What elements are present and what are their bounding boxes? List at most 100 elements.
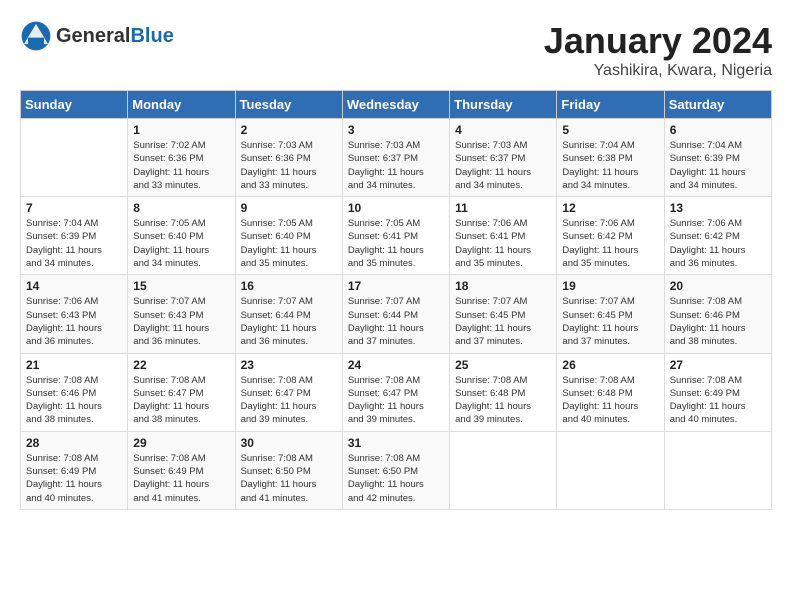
day-number: 1 bbox=[133, 123, 229, 137]
logo: GeneralBlue bbox=[20, 20, 174, 52]
day-detail: Sunrise: 7:08 AM Sunset: 6:47 PM Dayligh… bbox=[348, 374, 444, 427]
day-detail: Sunrise: 7:07 AM Sunset: 6:45 PM Dayligh… bbox=[562, 295, 658, 348]
day-number: 18 bbox=[455, 279, 551, 293]
calendar-cell: 25Sunrise: 7:08 AM Sunset: 6:48 PM Dayli… bbox=[450, 353, 557, 431]
header-wednesday: Wednesday bbox=[342, 91, 449, 119]
calendar-cell: 20 Sunrise: 7:08 AM Sunset: 6:46 PM Dayli… bbox=[664, 275, 771, 353]
calendar-week-row: 21 Sunrise: 7:08 AM Sunset: 6:46 PM Dayli… bbox=[21, 353, 772, 431]
calendar-cell: 12 Sunrise: 7:06 AM Sunset: 6:42 PM Dayli… bbox=[557, 197, 664, 275]
day-number: 27 bbox=[670, 358, 766, 372]
day-number: 16 bbox=[241, 279, 337, 293]
day-detail: Sunrise: 7:03 AM Sunset: 6:37 PM Dayligh… bbox=[348, 139, 444, 192]
day-number: 9 bbox=[241, 201, 337, 215]
day-number: 5 bbox=[562, 123, 658, 137]
calendar-cell: 14Sunrise: 7:06 AM Sunset: 6:43 PM Dayli… bbox=[21, 275, 128, 353]
day-number: 6 bbox=[670, 123, 766, 137]
calendar-cell bbox=[664, 431, 771, 509]
calendar-cell: 30 Sunrise: 7:08 AM Sunset: 6:50 PM Dayli… bbox=[235, 431, 342, 509]
day-detail: Sunrise: 7:08 AM Sunset: 6:48 PM Dayligh… bbox=[455, 374, 551, 427]
day-detail: Sunrise: 7:06 AM Sunset: 6:41 PM Dayligh… bbox=[455, 217, 551, 270]
title-block: January 2024 Yashikira, Kwara, Nigeria bbox=[544, 20, 772, 80]
calendar-cell: 8Sunrise: 7:05 AM Sunset: 6:40 PM Daylig… bbox=[128, 197, 235, 275]
day-number: 11 bbox=[455, 201, 551, 215]
calendar-cell: 1Sunrise: 7:02 AM Sunset: 6:36 PM Daylig… bbox=[128, 119, 235, 197]
calendar-cell bbox=[450, 431, 557, 509]
calendar-cell: 4Sunrise: 7:03 AM Sunset: 6:37 PM Daylig… bbox=[450, 119, 557, 197]
day-detail: Sunrise: 7:08 AM Sunset: 6:46 PM Dayligh… bbox=[670, 295, 766, 348]
day-detail: Sunrise: 7:03 AM Sunset: 6:37 PM Dayligh… bbox=[455, 139, 551, 192]
day-number: 14 bbox=[26, 279, 122, 293]
calendar-cell: 13 Sunrise: 7:06 AM Sunset: 6:42 PM Dayli… bbox=[664, 197, 771, 275]
calendar-cell: 22 Sunrise: 7:08 AM Sunset: 6:47 PM Dayli… bbox=[128, 353, 235, 431]
day-number: 26 bbox=[562, 358, 658, 372]
calendar-cell: 3 Sunrise: 7:03 AM Sunset: 6:37 PM Daylig… bbox=[342, 119, 449, 197]
day-detail: Sunrise: 7:04 AM Sunset: 6:38 PM Dayligh… bbox=[562, 139, 658, 192]
day-detail: Sunrise: 7:08 AM Sunset: 6:46 PM Dayligh… bbox=[26, 374, 122, 427]
calendar-cell: 9Sunrise: 7:05 AM Sunset: 6:40 PM Daylig… bbox=[235, 197, 342, 275]
day-number: 7 bbox=[26, 201, 122, 215]
day-number: 22 bbox=[133, 358, 229, 372]
day-detail: Sunrise: 7:04 AM Sunset: 6:39 PM Dayligh… bbox=[26, 217, 122, 270]
day-number: 31 bbox=[348, 436, 444, 450]
calendar-cell: 24 Sunrise: 7:08 AM Sunset: 6:47 PM Dayli… bbox=[342, 353, 449, 431]
calendar-cell: 31 Sunrise: 7:08 AM Sunset: 6:50 PM Dayli… bbox=[342, 431, 449, 509]
calendar-cell: 28 Sunrise: 7:08 AM Sunset: 6:49 PM Dayli… bbox=[21, 431, 128, 509]
day-detail: Sunrise: 7:08 AM Sunset: 6:50 PM Dayligh… bbox=[241, 452, 337, 505]
day-number: 21 bbox=[26, 358, 122, 372]
logo-text: GeneralBlue bbox=[56, 25, 174, 47]
day-detail: Sunrise: 7:08 AM Sunset: 6:50 PM Dayligh… bbox=[348, 452, 444, 505]
day-number: 19 bbox=[562, 279, 658, 293]
calendar-cell: 17 Sunrise: 7:07 AM Sunset: 6:44 PM Dayli… bbox=[342, 275, 449, 353]
day-detail: Sunrise: 7:04 AM Sunset: 6:39 PM Dayligh… bbox=[670, 139, 766, 192]
page-header: GeneralBlue January 2024 Yashikira, Kwar… bbox=[20, 20, 772, 80]
calendar-title: January 2024 bbox=[544, 20, 772, 62]
day-detail: Sunrise: 7:07 AM Sunset: 6:43 PM Dayligh… bbox=[133, 295, 229, 348]
day-detail: Sunrise: 7:06 AM Sunset: 6:42 PM Dayligh… bbox=[670, 217, 766, 270]
day-number: 3 bbox=[348, 123, 444, 137]
day-number: 15 bbox=[133, 279, 229, 293]
day-number: 12 bbox=[562, 201, 658, 215]
day-detail: Sunrise: 7:08 AM Sunset: 6:47 PM Dayligh… bbox=[133, 374, 229, 427]
day-number: 24 bbox=[348, 358, 444, 372]
day-number: 20 bbox=[670, 279, 766, 293]
calendar-cell: 11 Sunrise: 7:06 AM Sunset: 6:41 PM Dayli… bbox=[450, 197, 557, 275]
calendar-cell: 27Sunrise: 7:08 AM Sunset: 6:49 PM Dayli… bbox=[664, 353, 771, 431]
calendar-cell: 5 Sunrise: 7:04 AM Sunset: 6:38 PM Daylig… bbox=[557, 119, 664, 197]
calendar-cell: 26 Sunrise: 7:08 AM Sunset: 6:48 PM Dayli… bbox=[557, 353, 664, 431]
day-detail: Sunrise: 7:08 AM Sunset: 6:49 PM Dayligh… bbox=[26, 452, 122, 505]
calendar-cell bbox=[557, 431, 664, 509]
calendar-cell: 21 Sunrise: 7:08 AM Sunset: 6:46 PM Dayli… bbox=[21, 353, 128, 431]
calendar-cell: 6 Sunrise: 7:04 AM Sunset: 6:39 PM Daylig… bbox=[664, 119, 771, 197]
day-detail: Sunrise: 7:08 AM Sunset: 6:47 PM Dayligh… bbox=[241, 374, 337, 427]
day-number: 13 bbox=[670, 201, 766, 215]
header-tuesday: Tuesday bbox=[235, 91, 342, 119]
logo-icon bbox=[20, 20, 52, 52]
day-detail: Sunrise: 7:07 AM Sunset: 6:44 PM Dayligh… bbox=[241, 295, 337, 348]
calendar-table: Sunday Monday Tuesday Wednesday Thursday… bbox=[20, 90, 772, 510]
header-sunday: Sunday bbox=[21, 91, 128, 119]
calendar-cell: 29 Sunrise: 7:08 AM Sunset: 6:49 PM Dayli… bbox=[128, 431, 235, 509]
day-detail: Sunrise: 7:06 AM Sunset: 6:42 PM Dayligh… bbox=[562, 217, 658, 270]
logo-blue-text: Blue bbox=[130, 25, 173, 47]
header-saturday: Saturday bbox=[664, 91, 771, 119]
day-detail: Sunrise: 7:05 AM Sunset: 6:41 PM Dayligh… bbox=[348, 217, 444, 270]
day-detail: Sunrise: 7:05 AM Sunset: 6:40 PM Dayligh… bbox=[133, 217, 229, 270]
day-detail: Sunrise: 7:08 AM Sunset: 6:48 PM Dayligh… bbox=[562, 374, 658, 427]
calendar-cell: 10Sunrise: 7:05 AM Sunset: 6:41 PM Dayli… bbox=[342, 197, 449, 275]
calendar-week-row: 1Sunrise: 7:02 AM Sunset: 6:36 PM Daylig… bbox=[21, 119, 772, 197]
calendar-cell: 2Sunrise: 7:03 AM Sunset: 6:36 PM Daylig… bbox=[235, 119, 342, 197]
day-detail: Sunrise: 7:08 AM Sunset: 6:49 PM Dayligh… bbox=[133, 452, 229, 505]
day-number: 30 bbox=[241, 436, 337, 450]
calendar-week-row: 14Sunrise: 7:06 AM Sunset: 6:43 PM Dayli… bbox=[21, 275, 772, 353]
calendar-header-row: Sunday Monday Tuesday Wednesday Thursday… bbox=[21, 91, 772, 119]
day-detail: Sunrise: 7:07 AM Sunset: 6:44 PM Dayligh… bbox=[348, 295, 444, 348]
day-detail: Sunrise: 7:07 AM Sunset: 6:45 PM Dayligh… bbox=[455, 295, 551, 348]
day-number: 17 bbox=[348, 279, 444, 293]
day-number: 29 bbox=[133, 436, 229, 450]
calendar-week-row: 7 Sunrise: 7:04 AM Sunset: 6:39 PM Daylig… bbox=[21, 197, 772, 275]
day-number: 28 bbox=[26, 436, 122, 450]
calendar-cell: 16 Sunrise: 7:07 AM Sunset: 6:44 PM Dayli… bbox=[235, 275, 342, 353]
calendar-week-row: 28 Sunrise: 7:08 AM Sunset: 6:49 PM Dayli… bbox=[21, 431, 772, 509]
calendar-cell: 19 Sunrise: 7:07 AM Sunset: 6:45 PM Dayli… bbox=[557, 275, 664, 353]
day-number: 2 bbox=[241, 123, 337, 137]
